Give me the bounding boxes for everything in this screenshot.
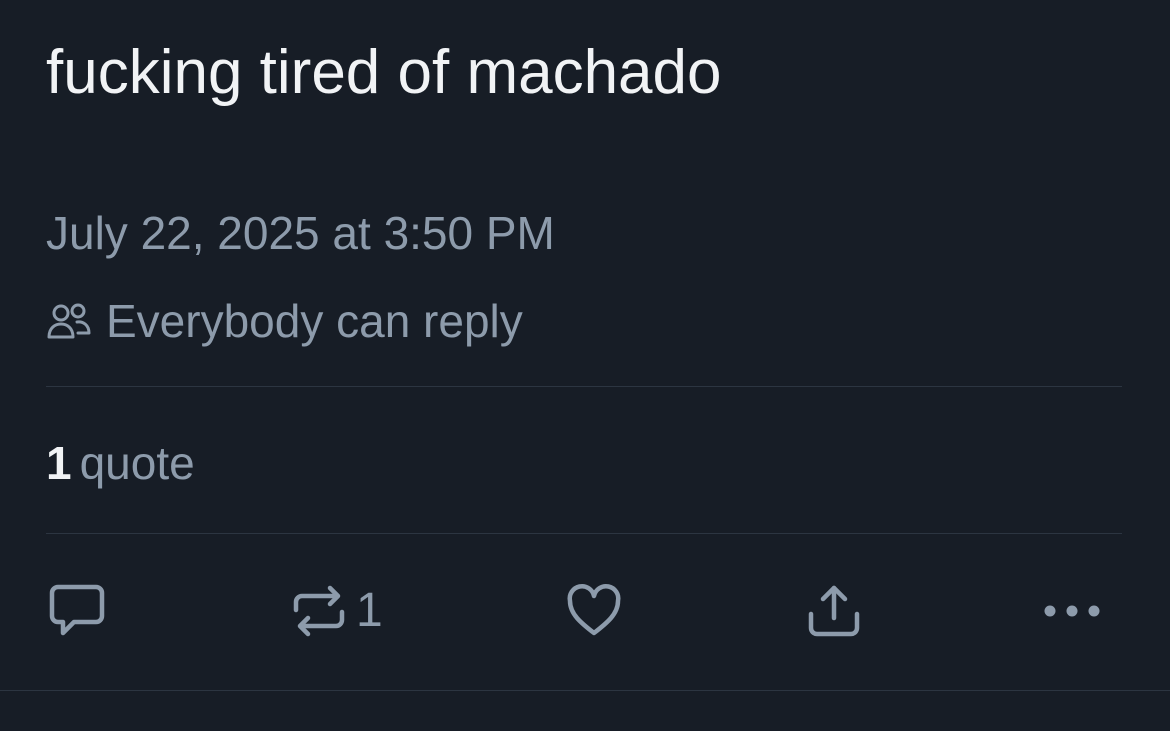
more-button[interactable] — [1040, 582, 1104, 640]
heart-icon — [565, 582, 623, 640]
divider-top — [46, 386, 1122, 387]
divider-middle — [46, 533, 1122, 534]
share-icon — [805, 582, 863, 640]
quote-count-number: 1 — [46, 437, 72, 489]
repost-icon — [290, 582, 348, 640]
post-text: fucking tired of machado — [46, 38, 722, 107]
reply-icon — [48, 582, 106, 640]
repost-button[interactable]: 1 — [290, 582, 383, 640]
more-icon — [1040, 582, 1104, 640]
people-icon — [46, 301, 92, 341]
reply-setting[interactable]: Everybody can reply — [46, 288, 523, 354]
quote-count-label: quote — [79, 437, 195, 489]
reply-setting-label: Everybody can reply — [106, 295, 523, 347]
reply-button[interactable] — [48, 582, 106, 640]
divider-bottom — [0, 690, 1170, 691]
post-timestamp[interactable]: July 22, 2025 at 3:50 PM — [46, 200, 555, 266]
share-button[interactable] — [805, 582, 863, 640]
repost-count: 1 — [356, 584, 383, 637]
like-button[interactable] — [565, 582, 623, 640]
quote-count[interactable]: 1 quote — [46, 430, 195, 496]
